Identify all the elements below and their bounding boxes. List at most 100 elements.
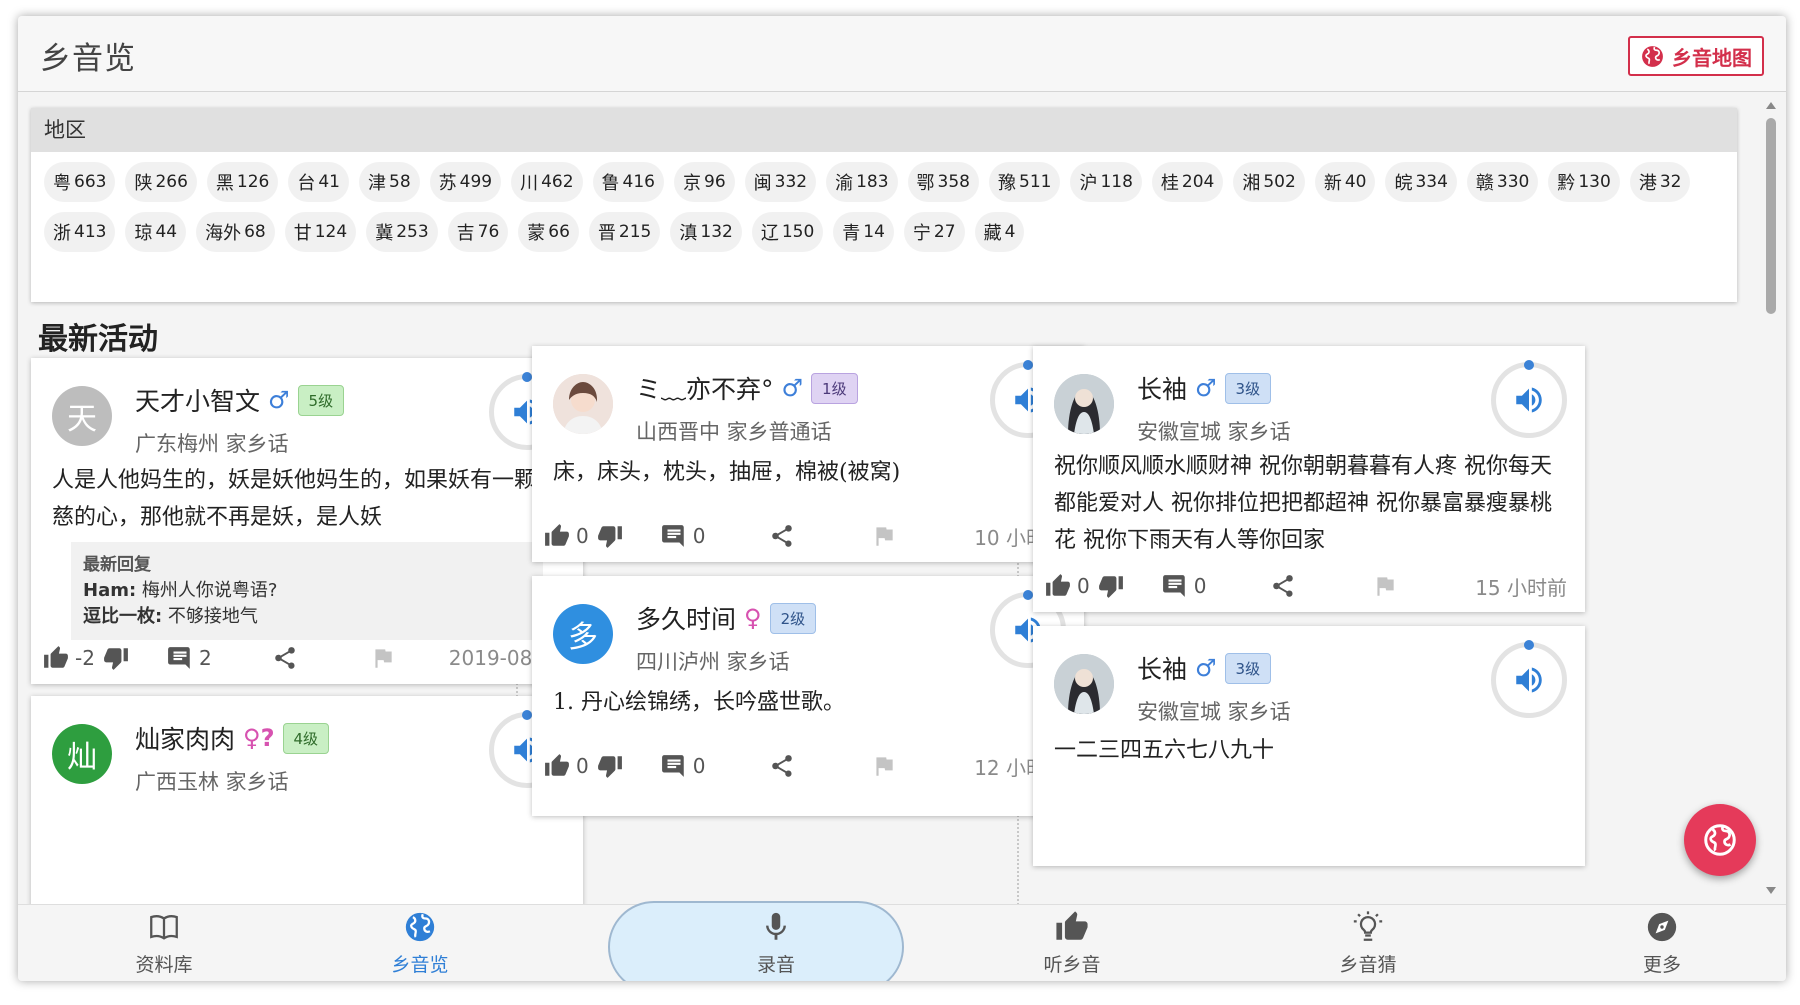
region-name: 粤 [53,173,71,194]
region-chip[interactable]: 青 14 [833,212,894,252]
reply-line: Ham: 梅州人你说粤语? [83,578,531,604]
region-chip[interactable]: 台 41 [288,162,349,202]
region-chip[interactable]: 辽 150 [751,212,824,252]
region-chip[interactable]: 川 462 [511,162,583,202]
nav-item-record[interactable]: 录音 [656,905,896,981]
region-chip[interactable]: 闽 332 [744,162,817,202]
region-chip[interactable]: 港 32 [1629,162,1691,202]
share-button[interactable] [769,523,795,549]
activity-card[interactable]: 多 多久时间 ♀ 2级 四川泸州 家乡话 1. 丹心绘锦绣，长吟盛世歌。 0 0… [532,576,1084,816]
username[interactable]: 灿家肉肉 [135,720,235,756]
activity-card[interactable]: ミ﹏亦不弃° ♂ 1级 山西晋中 家乡普通话 床，床头，枕头，抽屉，棉被(被窝)… [532,346,1084,562]
like-button[interactable]: 0 [1045,573,1090,599]
region-count: 334 [1415,172,1448,192]
report-button[interactable] [370,645,396,671]
region-chip[interactable]: 津 58 [359,162,420,202]
region-count: 413 [74,222,107,242]
scroll-up-arrow-icon[interactable] [1766,102,1776,109]
region-chip[interactable]: 滇 132 [670,212,742,252]
region-chip[interactable]: 沪 118 [1070,162,1142,202]
region-chip[interactable]: 甘 124 [284,212,357,252]
region-chip[interactable]: 蒙 66 [518,212,579,252]
dislike-button[interactable] [1098,573,1124,599]
region-chip[interactable]: 京 96 [674,162,735,202]
activity-card[interactable]: 长袖 ♂ 3级 安徽宣城 家乡话 一二三四五六七八九十 [1033,626,1585,866]
region-chip[interactable]: 琼 44 [125,212,187,252]
like-button[interactable]: 0 [544,753,589,779]
region-chip[interactable]: 吉 76 [447,212,509,252]
region-chip[interactable]: 宁 27 [903,212,965,252]
region-chip[interactable]: 藏4 [974,212,1025,252]
region-name: 港 [1638,173,1657,194]
nav-item-library[interactable]: 资料库 [44,905,284,981]
region-chip[interactable]: 陕 266 [125,162,197,202]
region-chip[interactable]: 黑 126 [206,162,279,202]
app-bar: 乡音览 乡音地图 [18,16,1786,92]
timestamp: 15 小时前 [1475,575,1567,600]
scroll-down-arrow-icon[interactable] [1766,887,1776,894]
username[interactable]: 多久时间 [636,600,736,636]
username[interactable]: 长袖 [1137,370,1187,406]
region-chip[interactable]: 浙 413 [44,212,116,252]
username[interactable]: 长袖 [1137,650,1187,686]
share-button[interactable] [272,645,298,671]
username[interactable]: 天才小智文 [135,382,260,418]
region-chip[interactable]: 苏 499 [429,162,502,202]
avatar[interactable]: 多 [553,604,613,664]
dislike-button[interactable] [597,523,623,549]
region-chip[interactable]: 粤 663 [44,162,116,202]
region-chip[interactable]: 鄂 358 [907,162,979,202]
avatar[interactable]: 天 [52,386,112,446]
region-chip[interactable]: 湘 502 [1233,162,1305,202]
nav-item-dialect-browse[interactable]: 乡音览 [300,905,540,981]
region-chip[interactable]: 黔 130 [1548,162,1620,202]
region-chip[interactable]: 海外 68 [196,212,275,252]
activity-card[interactable]: 天 天才小智文 ♂ 5级 广东梅州 家乡话 人是人他妈生的，妖是妖他妈生的，如果… [31,358,583,684]
scroll-thumb[interactable] [1766,118,1776,314]
comment-button[interactable]: 0 [1162,573,1206,599]
like-button[interactable]: 0 [544,523,589,549]
floating-map-button[interactable] [1684,804,1756,876]
activity-card[interactable]: 灿 灿家肉肉 ♀? 4级 广西玉林 家乡话 [31,696,583,904]
latest-reply-box[interactable]: 最新回复 Ham: 梅州人你说粤语? 逗比一枚: 不够接地气 [71,542,543,640]
report-button[interactable] [871,753,897,779]
play-audio-button[interactable] [1491,360,1567,438]
avatar[interactable] [1054,654,1114,714]
dislike-button[interactable] [103,645,129,671]
region-panel: 地区 粤 663 陕 266 黑 126 台 41 津 58 苏 499 川 462 鲁 416 京 96 闽 332… [31,108,1737,302]
reply-author: 逗比一枚: [83,606,163,627]
nav-item-more[interactable]: 更多 [1542,905,1782,981]
comment-button[interactable]: 2 [167,645,212,671]
avatar[interactable]: 灿 [52,724,112,784]
nav-item-listen[interactable]: 听乡音 [952,905,1192,981]
region-chip[interactable]: 渝 183 [826,162,898,202]
nav-item-guess[interactable]: 乡音猜 [1248,905,1488,981]
region-chip[interactable]: 新 40 [1314,162,1376,202]
play-audio-button[interactable] [1491,640,1567,718]
region-chip[interactable]: 桂 204 [1151,162,1224,202]
activity-card[interactable]: 长袖 ♂ 3级 安徽宣城 家乡话 祝你顺风顺水顺财神 祝你朝朝暮暮有人疼 祝你每… [1033,346,1585,612]
dialect-map-button[interactable]: 乡音地图 [1628,36,1764,76]
comment-button[interactable]: 0 [661,753,705,779]
share-button[interactable] [769,753,795,779]
report-button[interactable] [1372,573,1398,599]
region-chip[interactable]: 晋 215 [588,212,661,252]
avatar[interactable] [553,374,613,434]
region-chip[interactable]: 冀 253 [366,212,438,252]
region-chip[interactable]: 豫 511 [989,162,1061,202]
dislike-button[interactable] [597,753,623,779]
avatar[interactable] [1054,374,1114,434]
region-chip[interactable]: 赣 330 [1466,162,1539,202]
like-button[interactable]: -2 [43,645,95,671]
comment-button[interactable]: 0 [661,523,705,549]
region-count: 253 [396,222,429,242]
region-name: 陕 [134,173,153,194]
report-button[interactable] [871,523,897,549]
region-chip[interactable]: 鲁 416 [592,162,664,202]
section-title-latest: 最新活动 [38,322,158,357]
username[interactable]: ミ﹏亦不弃° [636,370,774,406]
share-button[interactable] [1270,573,1296,599]
vertical-scrollbar[interactable] [1764,98,1778,898]
gender-female-icon: ♀? [243,724,275,752]
region-chip[interactable]: 皖 334 [1385,162,1457,202]
